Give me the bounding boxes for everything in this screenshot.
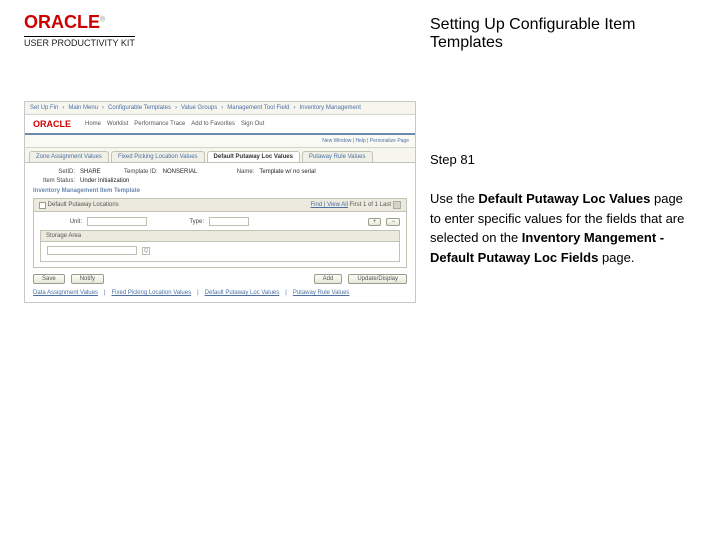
breadcrumb-item[interactable]: Configurable Templates (108, 105, 171, 111)
item-status-label: Item Status: (33, 178, 75, 184)
breadcrumb-item[interactable]: Inventory Management (300, 105, 361, 111)
item-status-value: Under Initialization (80, 178, 129, 184)
nav-signout[interactable]: Sign Out (241, 121, 264, 127)
app-oracle-logo: ORACLE (33, 119, 71, 129)
type-label: Type: (162, 219, 204, 225)
nav-perf-trace[interactable]: Performance Trace (134, 121, 185, 127)
utility-links[interactable]: New Window | Help | Personalize Page (25, 135, 415, 148)
logo-brand: ORACLE (24, 12, 100, 32)
embedded-app-screenshot: Set Up Fin› Main Menu› Configurable Temp… (24, 101, 416, 303)
grid-action-icon[interactable] (393, 201, 401, 209)
notify-button[interactable]: Notify (71, 274, 104, 284)
lookup-icon[interactable]: Q (142, 247, 150, 255)
step-number: Step 81 (430, 152, 690, 167)
section-heading: Inventory Management Item Template (33, 188, 140, 194)
breadcrumb-item[interactable]: Set Up Fin (30, 105, 58, 111)
update-display-button[interactable]: Update/Display (348, 274, 407, 284)
add-button[interactable]: Add (314, 274, 343, 284)
nav-home[interactable]: Home (85, 121, 101, 127)
breadcrumb-item[interactable]: Value Groups (181, 105, 217, 111)
putaway-locations-header: Default Putaway Locations Find | View Al… (33, 198, 407, 212)
storage-area-title: Storage Area (46, 233, 81, 239)
putaway-locations-title: Default Putaway Locations (48, 202, 119, 208)
template-id-label: Template ID: (116, 169, 158, 175)
nav-worklist[interactable]: Worklist (107, 121, 128, 127)
storage-area-header: Storage Area (40, 230, 400, 242)
oracle-upk-logo: ORACLE® USER PRODUCTIVITY KIT (24, 12, 412, 51)
logo-registered: ® (100, 17, 105, 24)
pager-text: First 1 of 1 Last (350, 202, 391, 208)
page-title: Setting Up Configurable Item Templates (430, 16, 690, 52)
unit-label: Unit: (40, 219, 82, 225)
setid-label: SetID: (33, 169, 75, 175)
name-value: Template w/ no serial (259, 169, 315, 175)
breadcrumb: Set Up Fin› Main Menu› Configurable Temp… (25, 102, 415, 115)
link-fixed-picking[interactable]: Fixed Picking Location Values (112, 290, 192, 296)
tab-row: Zone Assignment Values Fixed Picking Loc… (25, 148, 415, 163)
link-putaway-rule[interactable]: Putaway Rule Values (293, 290, 350, 296)
delete-row-button[interactable]: − (386, 218, 400, 226)
template-id-value: NONSERIAL (163, 169, 198, 175)
tab-fixed-picking[interactable]: Fixed Picking Location Values (111, 151, 205, 162)
instruction-bold-1: Default Putaway Loc Values (478, 191, 650, 206)
name-label: Name: (212, 169, 254, 175)
find-link[interactable]: Find | View All (311, 202, 348, 208)
breadcrumb-item[interactable]: Main Menu (68, 105, 98, 111)
type-select[interactable] (209, 217, 249, 226)
logo-subtitle: USER PRODUCTIVITY KIT (24, 36, 135, 48)
unit-input[interactable] (87, 217, 147, 226)
instruction-pre: Use the (430, 191, 478, 206)
tab-default-putaway[interactable]: Default Putaway Loc Values (207, 151, 300, 162)
add-row-button[interactable]: + (368, 218, 382, 226)
nav-favorites[interactable]: Add to Favorites (191, 121, 235, 127)
link-default-putaway[interactable]: Default Putaway Loc Values (205, 290, 280, 296)
bottom-tab-links: Data Assignment Values| Fixed Picking Lo… (33, 290, 407, 296)
save-button[interactable]: Save (33, 274, 65, 284)
instruction-post: page. (598, 250, 634, 265)
link-data-assignment[interactable]: Data Assignment Values (33, 290, 98, 296)
breadcrumb-item[interactable]: Management Tool Field (227, 105, 289, 111)
tab-zone-assignment[interactable]: Zone Assignment Values (29, 151, 109, 162)
storage-area-input[interactable] (47, 246, 137, 255)
expand-toggle[interactable] (39, 202, 46, 209)
setid-value: SHARE (80, 169, 101, 175)
tab-putaway-rule[interactable]: Putaway Rule Values (302, 151, 373, 162)
instruction-text: Use the Default Putaway Loc Values page … (430, 189, 690, 267)
